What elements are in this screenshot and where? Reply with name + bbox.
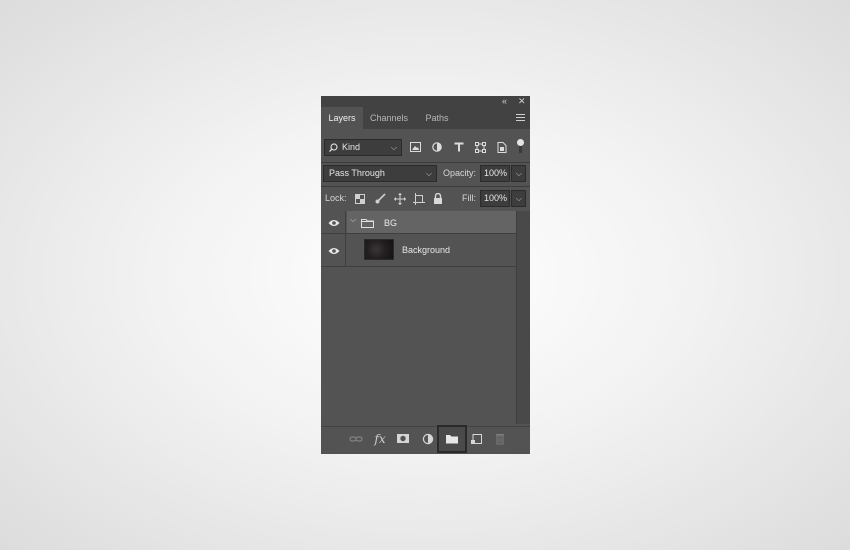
- divider: [321, 186, 530, 187]
- toggle-knob: [517, 139, 524, 146]
- type-filter-icon[interactable]: [454, 142, 464, 152]
- fill-value: 100%: [484, 193, 508, 203]
- layer-thumbnail: [364, 239, 394, 260]
- tab-channels[interactable]: Channels: [363, 107, 415, 129]
- layer-name: Background: [402, 245, 451, 255]
- blend-mode-dropdown[interactable]: Pass Through ⌵: [323, 165, 437, 182]
- opacity-slider-button[interactable]: ⌵: [511, 165, 526, 182]
- panel-menu-icon[interactable]: [516, 114, 525, 122]
- adjustment-filter-icon[interactable]: [432, 142, 442, 152]
- fill-slider-button[interactable]: ⌵: [511, 190, 526, 207]
- fill-field[interactable]: 100%: [480, 190, 510, 207]
- filter-kind-label: Kind: [342, 142, 361, 152]
- layers-panel: « ✕ Layers Channels Paths Kind ⌵ Pass Th…: [321, 96, 530, 454]
- panel-bottom-bar: fx: [321, 426, 530, 451]
- panel-title-bar: « ✕: [321, 96, 530, 107]
- tab-paths[interactable]: Paths: [415, 107, 459, 129]
- blend-mode-value: Pass Through: [329, 168, 385, 178]
- new-group-icon[interactable]: [443, 431, 461, 447]
- fill-label: Fill:: [462, 193, 476, 203]
- add-mask-icon[interactable]: [394, 431, 412, 447]
- shape-filter-icon[interactable]: [475, 142, 486, 153]
- layers-scrollbar[interactable]: [516, 211, 530, 424]
- chevron-down-icon: ⌵: [515, 194, 522, 203]
- delete-icon[interactable]: [491, 431, 509, 447]
- lock-label: Lock:: [325, 193, 347, 203]
- expand-chevron-icon[interactable]: ⌵: [350, 215, 356, 225]
- collapse-panel-icon[interactable]: «: [502, 96, 507, 107]
- visibility-toggle[interactable]: [321, 234, 346, 267]
- adjustment-layer-icon[interactable]: [419, 431, 437, 447]
- link-layers-icon[interactable]: [347, 431, 365, 447]
- fx-icon[interactable]: fx: [371, 431, 389, 447]
- filter-row: Kind ⌵: [321, 139, 530, 159]
- layer-name: BG: [384, 218, 398, 228]
- filter-kind-dropdown[interactable]: Kind ⌵: [324, 139, 402, 156]
- new-layer-icon[interactable]: [468, 431, 486, 447]
- chevron-down-icon: ⌵: [390, 143, 397, 152]
- panel-tabs: Layers Channels Paths: [321, 107, 530, 129]
- blend-row: Pass Through ⌵ Opacity: 100% ⌵: [321, 165, 530, 183]
- lock-row: Lock: Fill: 100% ⌵: [321, 190, 530, 208]
- opacity-value: 100%: [484, 168, 508, 178]
- layer-row-background[interactable]: Background: [321, 234, 516, 267]
- lock-all-icon[interactable]: [433, 193, 443, 204]
- filter-toggle-switch[interactable]: [517, 139, 525, 155]
- lock-position-icon[interactable]: [394, 193, 406, 205]
- lock-transparent-icon[interactable]: [355, 194, 365, 204]
- chevron-down-icon: ⌵: [515, 169, 522, 178]
- layer-row-bg-group[interactable]: ⌵ BG: [321, 211, 516, 234]
- opacity-label: Opacity:: [443, 168, 477, 178]
- divider: [321, 162, 530, 163]
- chevron-down-icon: ⌵: [425, 169, 432, 178]
- eye-icon: [328, 248, 340, 254]
- lock-image-icon[interactable]: [375, 193, 386, 204]
- folder-icon: [361, 219, 374, 228]
- tab-layers[interactable]: Layers: [321, 107, 363, 129]
- lock-artboard-icon[interactable]: [413, 193, 425, 205]
- search-icon: [329, 143, 338, 152]
- opacity-field[interactable]: 100%: [480, 165, 510, 182]
- smart-object-filter-icon[interactable]: [497, 142, 507, 153]
- close-panel-icon[interactable]: ✕: [518, 96, 526, 107]
- layers-list: ⌵ BG Background: [321, 211, 516, 424]
- image-filter-icon[interactable]: [410, 142, 421, 152]
- visibility-toggle[interactable]: [321, 211, 346, 234]
- eye-icon: [328, 220, 340, 226]
